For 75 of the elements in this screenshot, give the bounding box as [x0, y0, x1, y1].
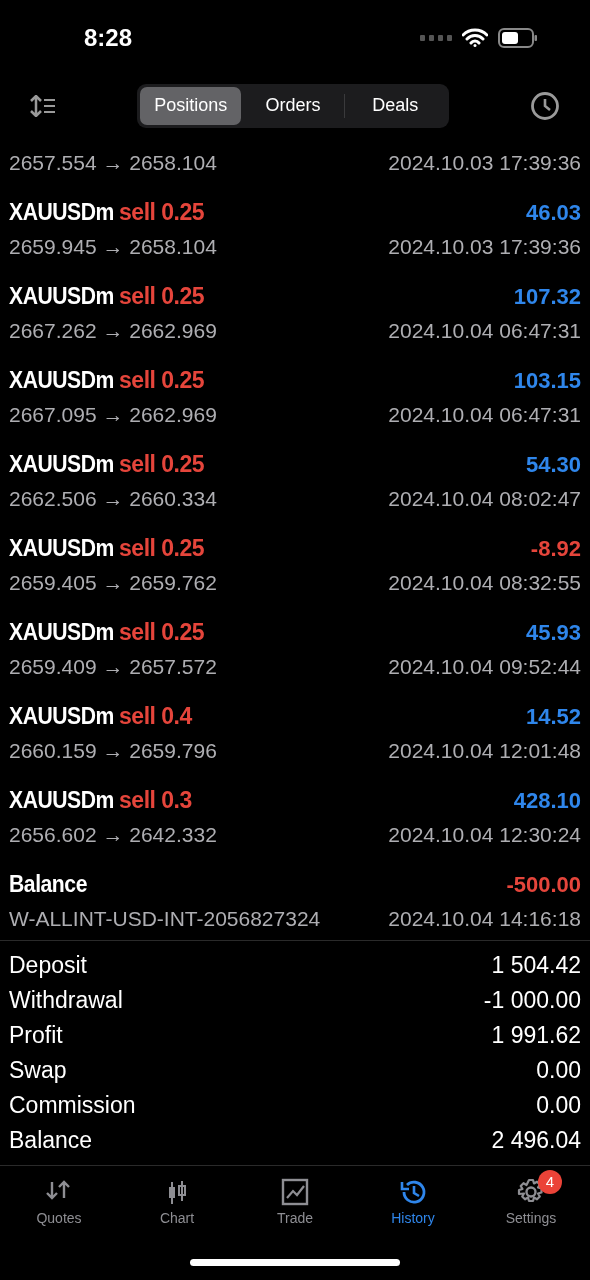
summary-label: Deposit	[9, 951, 87, 981]
battery-icon	[498, 27, 538, 48]
nav-tab[interactable]: Settings 4	[472, 1166, 590, 1245]
notification-badge: 4	[538, 1170, 562, 1194]
symbol-name: XAUUSDm	[9, 533, 114, 563]
price-range: 2657.554 → 2658.104	[9, 149, 217, 176]
symbol-name: XAUUSDm	[9, 785, 114, 815]
status-time: 8:28	[84, 22, 133, 53]
trade-action: sell 0.25	[119, 617, 205, 647]
symbol-name: XAUUSDm	[9, 281, 114, 311]
symbol-name: XAUUSDm	[9, 365, 114, 395]
wifi-icon	[462, 28, 488, 47]
profit-value: 107.32	[513, 282, 581, 311]
trade-action: sell 0.25	[119, 449, 205, 479]
clock-icon[interactable]	[530, 90, 560, 121]
timestamp: 2024.10.04 12:30:24	[388, 822, 581, 849]
nav-tab[interactable]: Quotes	[0, 1166, 118, 1245]
timestamp: 2024.10.04 09:52:44	[388, 654, 581, 681]
summary-value: -1 000.00	[483, 986, 581, 1016]
line-chart-icon	[281, 1178, 309, 1206]
profit-value: 14.52	[525, 702, 581, 731]
summary-value: 0.00	[536, 1091, 581, 1121]
nav-tab[interactable]: Chart	[118, 1166, 236, 1245]
timestamp: 2024.10.03 17:39:36	[388, 234, 581, 261]
trade-action: sell 0.25	[119, 281, 205, 311]
summary-value: 1 991.62	[491, 1021, 581, 1051]
trade-action: sell 0.25	[119, 365, 205, 395]
price-range: 2662.506 → 2660.334	[9, 486, 217, 513]
price-range: 2659.945 → 2658.104	[9, 234, 217, 261]
balance-label: Balance	[9, 869, 87, 899]
profit-value: 103.15	[513, 366, 581, 395]
segment-tab[interactable]: Positions	[140, 86, 242, 125]
price-range: 2659.405 → 2659.762	[9, 570, 217, 597]
summary-value: 0.00	[536, 1056, 581, 1086]
summary-label: Swap	[9, 1056, 67, 1086]
trade-action: sell 0.3	[119, 785, 192, 815]
trade-action: sell 0.25	[119, 197, 205, 227]
trade-action: sell 0.25	[119, 533, 205, 563]
nav-tab[interactable]: Trade	[236, 1166, 354, 1245]
summary-label: Balance	[9, 1126, 93, 1156]
history-icon	[399, 1178, 427, 1206]
transaction-id: W-ALLINT-USD-INT-2056827324	[9, 906, 321, 933]
timestamp: 2024.10.04 06:47:31	[388, 402, 581, 429]
price-range: 2667.095 → 2662.969	[9, 402, 217, 429]
timestamp: 2024.10.04 14:16:18	[388, 906, 581, 933]
symbol-name: XAUUSDm	[9, 617, 114, 647]
timestamp: 2024.10.04 12:01:48	[388, 738, 581, 765]
signal-icon	[420, 34, 452, 41]
timestamp: 2024.10.04 06:47:31	[388, 318, 581, 345]
symbol-name: XAUUSDm	[9, 197, 114, 227]
timestamp: 2024.10.04 08:32:55	[388, 570, 581, 597]
profit-value: -8.92	[530, 534, 581, 563]
profit-value: 45.93	[525, 618, 581, 647]
timestamp: 2024.10.04 08:02:47	[388, 486, 581, 513]
price-range: 2660.159 → 2659.796	[9, 738, 217, 765]
segment-tab[interactable]: Deals	[344, 86, 446, 125]
sort-icon[interactable]	[30, 94, 56, 117]
profit-value: -500.00	[506, 870, 581, 899]
profit-value: 54.30	[525, 450, 581, 479]
summary-label: Profit	[9, 1021, 63, 1051]
trade-action: sell 0.4	[119, 701, 192, 731]
timestamp: 2024.10.03 17:39:36	[388, 149, 581, 176]
profit-value: 428.10	[513, 786, 581, 815]
profit-value: 46.03	[525, 198, 581, 227]
nav-tab[interactable]: History	[354, 1166, 472, 1245]
summary-value: 1 504.42	[491, 951, 581, 981]
segment-tab[interactable]: Orders	[242, 86, 344, 125]
summary-label: Commission	[9, 1091, 136, 1121]
summary-label: Withdrawal	[9, 986, 123, 1016]
summary-value: 2 496.04	[491, 1126, 581, 1156]
price-range: 2656.602 → 2642.332	[9, 822, 217, 849]
price-range: 2659.409 → 2657.572	[9, 654, 217, 681]
price-range: 2667.262 → 2662.969	[9, 318, 217, 345]
symbol-name: XAUUSDm	[9, 701, 114, 731]
symbol-name: XAUUSDm	[9, 449, 114, 479]
